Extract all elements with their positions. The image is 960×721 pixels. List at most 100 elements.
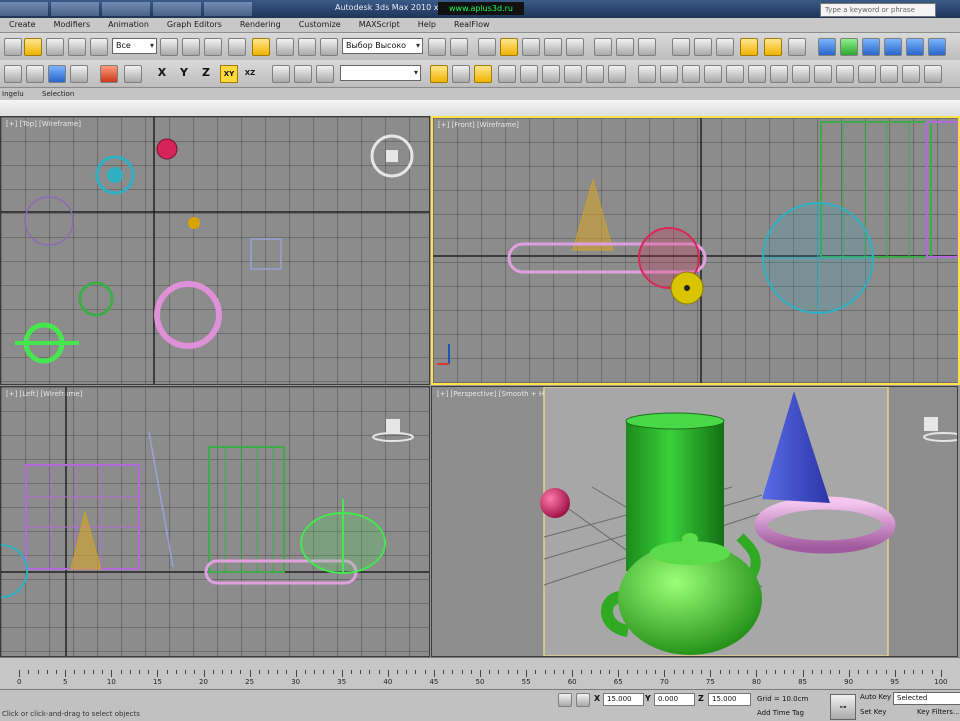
align-icon[interactable] [298,38,316,56]
render-production-icon[interactable] [566,38,584,56]
effects-icon[interactable] [616,38,634,56]
select-object-icon[interactable] [4,38,22,56]
axis-xy-button[interactable]: XY [220,65,238,83]
angle-snap-icon[interactable] [430,65,448,83]
ribbon-tab-selection[interactable]: Selection [42,88,74,100]
key-mode-dropdown[interactable]: Selected [893,692,960,705]
layer-icon[interactable] [320,38,338,56]
set-key-big-button[interactable]: ⊶ [830,694,856,720]
named-selection-dropdown[interactable]: Выбор Высоко [342,38,423,54]
mirror-axis-icon[interactable] [520,65,538,83]
add-time-tag-button[interactable]: Add Time Tag [757,709,804,717]
shape-tool-4-icon[interactable] [704,65,722,83]
particle-icon[interactable] [906,38,924,56]
shape-tool-12-icon[interactable] [880,65,898,83]
shape-tool-13-icon[interactable] [902,65,920,83]
edit-named-selection-icon[interactable] [498,65,516,83]
curve-editor-icon[interactable] [428,38,446,56]
clone-icon[interactable] [586,65,604,83]
timeline-ruler[interactable]: 0 5 10 15 20 25 30 35 40 45 50 55 60 65 … [0,670,960,690]
realflow-tool-icon[interactable] [672,38,690,56]
shape-tool-2-icon[interactable] [660,65,678,83]
timeline[interactable]: 0 5 10 15 20 25 30 35 40 45 50 55 60 65 … [0,657,960,690]
batch-render-icon[interactable] [638,38,656,56]
array-icon[interactable] [542,65,560,83]
menu-rendering[interactable]: Rendering [231,18,290,32]
daemon-icon[interactable] [716,38,734,56]
hierarchy-icon[interactable] [70,65,88,83]
gear-icon[interactable] [124,65,142,83]
shape-tool-14-icon[interactable] [924,65,942,83]
nurbs-icon[interactable] [928,38,946,56]
light-icon[interactable] [740,38,758,56]
normal-align-icon[interactable] [608,65,626,83]
helper-icon[interactable] [788,38,806,56]
bind-spacewarp-icon[interactable] [48,65,66,83]
mirror-icon[interactable] [276,38,294,56]
select-button-icon[interactable] [24,38,42,56]
scale-icon[interactable] [90,38,108,56]
menu-graph-editors[interactable]: Graph Editors [158,18,231,32]
shape-tool-8-icon[interactable] [792,65,810,83]
snap-25d-icon[interactable] [294,65,312,83]
select-and-rotate-icon[interactable] [204,38,222,56]
shape-tool-10-icon[interactable] [836,65,854,83]
render-setup-icon[interactable] [500,38,518,56]
spacewarp-icon[interactable] [818,38,836,56]
percent-snap-icon[interactable] [452,65,470,83]
menu-help[interactable]: Help [409,18,445,32]
y-coordinate-input[interactable]: 0.000 [654,693,695,706]
auto-key-button[interactable]: Auto Key [860,693,891,701]
axis-z-button[interactable]: Z [198,65,214,81]
link-icon[interactable] [4,65,22,83]
shape-tool-1-icon[interactable] [638,65,656,83]
person-icon[interactable] [100,65,118,83]
set-key-button[interactable]: Set Key [860,708,886,716]
reference-coord-icon[interactable] [228,38,246,56]
viewport-front[interactable]: [+] [Front] [Wireframe] [431,116,960,385]
rendered-frame-icon[interactable] [522,38,540,56]
material-editor-icon[interactable] [478,38,496,56]
shape-tool-3-icon[interactable] [682,65,700,83]
spinner-snap-icon[interactable] [474,65,492,83]
menu-modifiers[interactable]: Modifiers [45,18,100,32]
x-coordinate-input[interactable]: 15.000 [603,693,644,706]
emitter-icon[interactable] [694,38,712,56]
shape-tool-9-icon[interactable] [814,65,832,83]
render-icon[interactable] [544,38,562,56]
move-icon[interactable] [46,38,64,56]
select-by-name-icon[interactable] [160,38,178,56]
axis-xz-button[interactable]: XZ [242,65,258,81]
menu-create[interactable]: Create [0,18,45,32]
menu-realflow[interactable]: RealFlow [445,18,499,32]
z-coordinate-input[interactable]: 15.000 [708,693,751,706]
absolute-mode-icon[interactable] [576,693,590,707]
axis-x-button[interactable]: X [154,65,170,81]
viewport-top[interactable]: [+] [Top] [Wireframe] [0,116,430,385]
shape-tool-11-icon[interactable] [858,65,876,83]
environment-icon[interactable] [594,38,612,56]
camera-icon[interactable] [764,38,782,56]
menu-customize[interactable]: Customize [290,18,350,32]
selection-filter-dropdown[interactable]: Все [112,38,157,54]
shape-tool-6-icon[interactable] [748,65,766,83]
lock-selection-icon[interactable] [558,693,572,707]
snap-mode-dropdown[interactable] [340,65,421,81]
spacing-icon[interactable] [564,65,582,83]
shape-tool-5-icon[interactable] [726,65,744,83]
geometry-icon[interactable] [840,38,858,56]
shape-icon[interactable] [862,38,880,56]
axis-y-button[interactable]: Y [176,65,192,81]
viewport-left[interactable]: [+] [Left] [Wireframe] [0,386,430,657]
menu-maxscript[interactable]: MAXScript [350,18,409,32]
select-and-move-icon[interactable] [182,38,200,56]
ribbon-tab-left[interactable]: Ingelu [2,88,24,100]
unlink-icon[interactable] [26,65,44,83]
rotate-icon[interactable] [68,38,86,56]
system-icon[interactable] [884,38,902,56]
key-filters-button[interactable]: Key Filters... [917,708,960,716]
viewport-perspective[interactable]: [+] [Perspective] [Smooth + Highlights +… [431,386,958,657]
snap-2d-icon[interactable] [272,65,290,83]
menu-animation[interactable]: Animation [99,18,158,32]
schematic-view-icon[interactable] [450,38,468,56]
